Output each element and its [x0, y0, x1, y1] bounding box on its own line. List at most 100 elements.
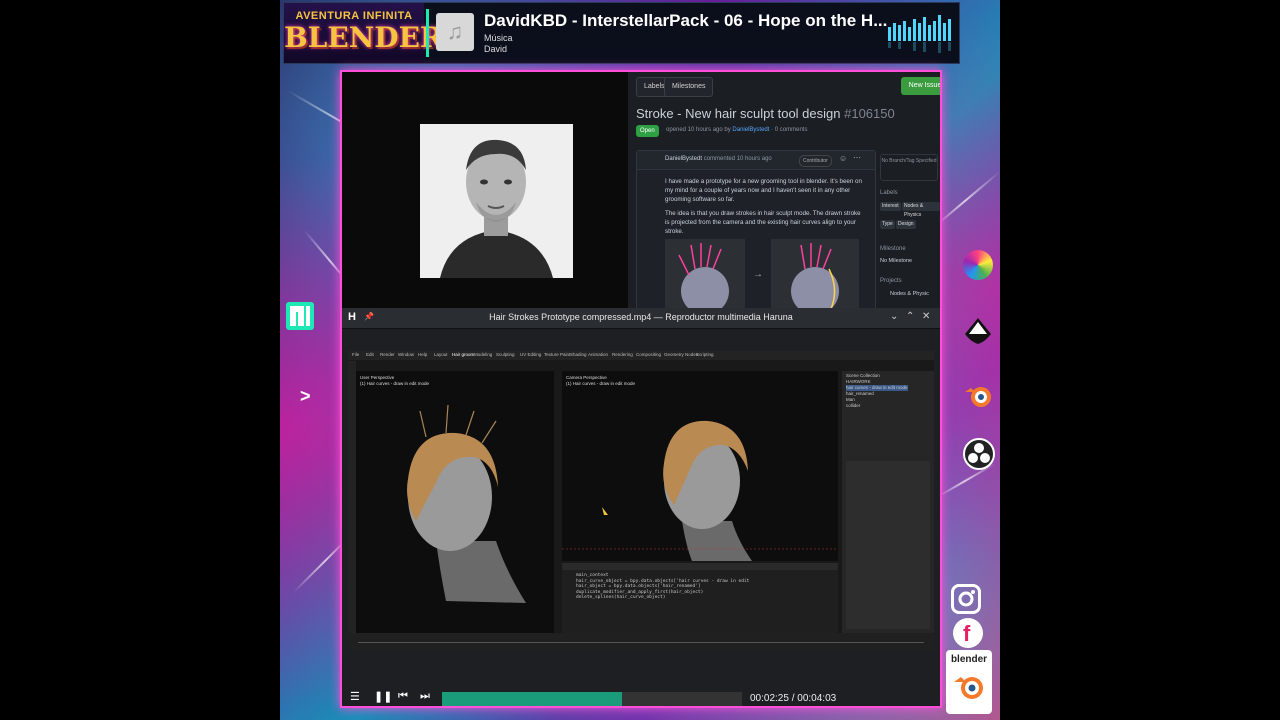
tab-rendering[interactable]: Rendering — [612, 352, 633, 357]
skip-back-icon[interactable]: ⏮ — [398, 690, 408, 703]
comment-paragraph-2: The idea is that you draw strokes in hai… — [665, 210, 861, 235]
krita-icon[interactable] — [963, 250, 993, 280]
presenter-photo — [420, 124, 573, 278]
comment-author-name[interactable]: DanielBystedt — [665, 156, 702, 162]
logo-title: BLENDER — [284, 21, 444, 54]
tab-layout[interactable]: Layout — [434, 352, 448, 357]
tab-shading[interactable]: Shading — [570, 352, 587, 357]
player-controls: ☰ ❚❚ ⏮ ⏭ 00:02:25 / 00:04:03 — [342, 684, 940, 706]
viewport-2-info: Camera Perspective (1) Hair curves - draw… — [566, 375, 635, 387]
chevron-right-icon[interactable]: > — [300, 386, 311, 407]
new-issue-button[interactable]: New Issue — [901, 77, 940, 95]
album-art: ♫ — [436, 13, 474, 51]
blender-icon[interactable] — [963, 380, 995, 412]
tab-hair-groom[interactable]: Hair groom — [452, 352, 474, 357]
tab-texture-paint[interactable]: Texture Paint — [544, 352, 570, 357]
blender-menubar: File Edit Render Window Help Layout Hair… — [348, 351, 934, 360]
audio-visualizer-icon — [888, 15, 951, 53]
obs-icon[interactable] — [963, 438, 995, 470]
menu-icon[interactable]: ☰ — [350, 690, 360, 703]
seek-bar[interactable] — [442, 692, 742, 706]
music-note-icon: ♫ — [446, 19, 464, 44]
track-artist: David — [484, 44, 508, 54]
skip-forward-icon[interactable]: ⏭ — [420, 690, 430, 703]
accent-bar — [426, 9, 429, 57]
more-options-icon[interactable]: ⋯ — [853, 153, 861, 162]
arrow-right-icon: → — [753, 269, 763, 280]
outliner-item[interactable]: collider — [846, 403, 908, 409]
close-icon[interactable]: ✕ — [922, 311, 930, 322]
blender-wordmark: blender — [950, 654, 988, 665]
viewport-1-info: User Perspective (1) Hair curves - draw i… — [360, 375, 429, 387]
stream-frame: AVENTURA INFINITA BLENDER ♫ DavidKBD - I… — [280, 0, 1000, 720]
tab-geometry-nodes[interactable]: Geometry Nodes — [664, 352, 698, 357]
haruna-window: H 📌 Hair Strokes Prototype compressed.mp… — [342, 308, 940, 706]
webcam-area — [342, 72, 628, 308]
emoji-icon[interactable]: ☺ — [839, 154, 847, 163]
viewport-camera-perspective[interactable] — [562, 371, 838, 561]
timeline-track — [358, 642, 924, 643]
now-playing-bar: AVENTURA INFINITA BLENDER ♫ DavidKBD - I… — [283, 2, 960, 64]
pause-icon[interactable]: ❚❚ — [374, 690, 392, 703]
manjaro-icon[interactable] — [286, 302, 314, 330]
milestone-heading: Milestone — [880, 246, 906, 252]
labels-heading: Labels — [880, 190, 898, 196]
issue-number: #106150 — [844, 106, 895, 121]
seek-bar-fill — [442, 692, 622, 706]
maximize-icon[interactable]: ⌃ — [906, 311, 914, 322]
viewport-user-perspective[interactable] — [356, 371, 554, 633]
branch-selector[interactable]: No Branch/Tag Specified — [880, 154, 938, 181]
facebook-icon[interactable]: f — [953, 618, 983, 648]
text-editor-header — [562, 563, 838, 570]
properties-panel: Scene Collection HAIRWORK hair curves - … — [842, 371, 934, 633]
tab-uv-editing[interactable]: UV Editing — [520, 352, 541, 357]
tab-scripting[interactable]: Scripting — [696, 352, 714, 357]
issue-meta: opened 10 hours ago by DanielBystedt · 0… — [666, 127, 807, 133]
instagram-icon[interactable] — [951, 584, 981, 614]
meta-suffix: · 0 comments — [771, 127, 808, 133]
text-editor[interactable]: main_context hair_curve_object = bpy.dat… — [562, 563, 838, 633]
code-line: delete_splines(hair_curve_object) — [576, 595, 666, 601]
milestone-value: No Milestone — [880, 258, 913, 264]
status-badge: Open — [636, 125, 659, 137]
github-issue-page: Labels Milestones New Issue Stroke - New… — [628, 72, 940, 308]
hair-after-image — [771, 239, 859, 308]
blender-logo-icon — [954, 677, 983, 699]
label-nodes-physics: Nodes & Physics — [902, 202, 940, 218]
inkscape-icon[interactable] — [963, 316, 993, 346]
label-design: Design — [896, 220, 916, 229]
screen-capture: Labels Milestones New Issue Stroke - New… — [340, 70, 942, 708]
tab-milestones[interactable]: Milestones — [664, 77, 714, 97]
modifier-stack — [846, 461, 930, 629]
python-code: main_context hair_curve_object = bpy.dat… — [576, 573, 749, 601]
hair-before-image — [665, 239, 745, 308]
tab-sculpting[interactable]: Sculpting — [496, 352, 515, 357]
left-toolbar-strip — [348, 361, 356, 633]
menu-render[interactable]: Render — [380, 352, 395, 357]
track-title: DavidKBD - InterstellarPack - 06 - Hope … — [484, 11, 888, 30]
timeline[interactable] — [348, 633, 934, 651]
menu-edit[interactable]: Edit — [366, 352, 374, 357]
comment-action: commented 10 hours ago — [703, 156, 772, 162]
track-subtitle: Música — [484, 33, 513, 43]
menu-help[interactable]: Help — [418, 352, 427, 357]
tab-modeling[interactable]: Modeling — [474, 352, 492, 357]
project-value[interactable]: Nodes & Physic — [890, 291, 929, 297]
blender-video-frame: File Edit Render Window Help Layout Hair… — [348, 351, 934, 651]
issue-comment: DanielBystedt commented 10 hours ago Con… — [636, 150, 876, 308]
window-title: Hair Strokes Prototype compressed.mp4 — … — [489, 312, 793, 322]
issue-title: Stroke - New hair sculpt tool design #10… — [636, 106, 895, 121]
contributor-badge: Contributor — [799, 155, 832, 167]
menu-file[interactable]: File — [352, 352, 359, 357]
outliner: Scene Collection HAIRWORK hair curves - … — [846, 373, 908, 409]
author-link[interactable]: DanielBystedt — [732, 127, 769, 133]
viewport-2-object: (1) Hair curves - draw in edit mode — [566, 381, 636, 386]
tab-animation[interactable]: Animation — [588, 352, 608, 357]
menu-window[interactable]: Window — [398, 352, 414, 357]
blender-badge[interactable]: blender — [946, 650, 992, 714]
window-titlebar[interactable]: H 📌 Hair Strokes Prototype compressed.mp… — [342, 308, 940, 329]
playback-time: 00:02:25 / 00:04:03 — [750, 693, 837, 704]
minimize-icon[interactable]: ⌄ — [890, 311, 898, 322]
tab-compositing[interactable]: Compositing — [636, 352, 661, 357]
comment-paragraph-1: I have made a prototype for a new groomi… — [665, 178, 862, 203]
